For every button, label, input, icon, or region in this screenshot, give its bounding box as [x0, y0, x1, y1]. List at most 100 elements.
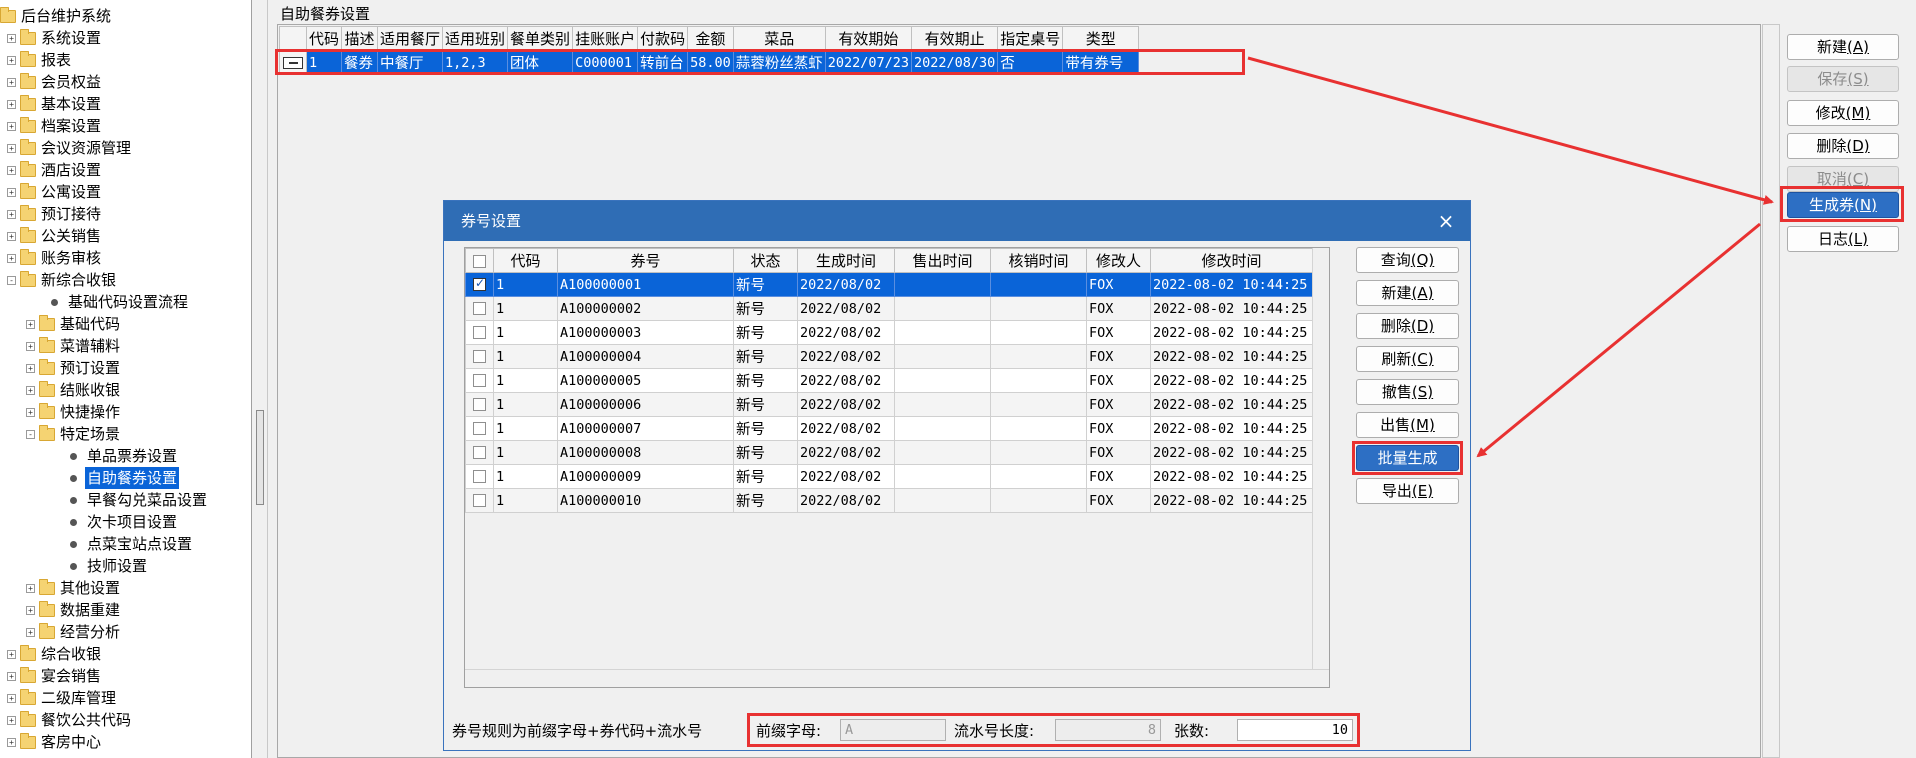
- table-cell[interactable]: 2022/07/23: [824, 50, 913, 75]
- row-checkbox[interactable]: [465, 368, 494, 393]
- table-cell[interactable]: 1: [493, 368, 558, 393]
- expand-icon[interactable]: +: [7, 671, 16, 681]
- table-cell[interactable]: [990, 344, 1087, 369]
- table-cell[interactable]: 1,2,3: [442, 50, 509, 75]
- table-row[interactable]: 1 A100000005 新号 2022/08/02 FOX 2022-08-02 10:…: [465, 368, 1313, 393]
- row-checkbox[interactable]: [465, 296, 494, 321]
- column-header[interactable]: 修改时间: [1150, 248, 1313, 273]
- table-cell[interactable]: [990, 464, 1087, 489]
- tree-item[interactable]: + 会员权益: [7, 71, 103, 93]
- serial-length-field[interactable]: 8: [1055, 719, 1161, 741]
- table-cell[interactable]: A100000007: [557, 416, 734, 441]
- side-button[interactable]: 新建(A): [1787, 34, 1899, 60]
- column-header[interactable]: 核销时间: [990, 248, 1087, 273]
- expand-icon[interactable]: +: [7, 33, 16, 43]
- table-cell[interactable]: 新号: [733, 392, 798, 417]
- row-checkbox[interactable]: [465, 440, 494, 465]
- table-cell[interactable]: A100000010: [557, 488, 734, 513]
- tree-item[interactable]: + 数据重建: [26, 599, 122, 621]
- dialog-button[interactable]: 新建(A): [1356, 280, 1459, 306]
- table-cell[interactable]: C000001: [572, 50, 639, 75]
- expand-icon[interactable]: +: [26, 627, 35, 637]
- table-cell[interactable]: 转前台: [637, 50, 689, 75]
- table-cell[interactable]: [894, 320, 991, 345]
- tree-item[interactable]: 技师设置: [66, 555, 149, 577]
- table-cell[interactable]: A100000001: [557, 272, 734, 297]
- expand-icon[interactable]: +: [7, 165, 16, 175]
- row-checkbox[interactable]: [465, 392, 494, 417]
- tree-item[interactable]: + 餐饮公共代码: [7, 709, 133, 731]
- expand-icon[interactable]: +: [7, 143, 16, 153]
- tree-item[interactable]: + 会议资源管理: [7, 137, 133, 159]
- side-button[interactable]: 取消(C): [1787, 166, 1899, 192]
- dialog-button[interactable]: 删除(D): [1356, 313, 1459, 339]
- column-header[interactable]: 状态: [733, 248, 798, 273]
- dialog-button[interactable]: 查询(Q): [1356, 247, 1459, 273]
- table-cell[interactable]: [990, 440, 1087, 465]
- side-button[interactable]: 生成券(N): [1787, 192, 1899, 218]
- table-cell[interactable]: [894, 392, 991, 417]
- table-cell[interactable]: FOX: [1086, 344, 1151, 369]
- table-cell[interactable]: 2022-08-02 10:44:25: [1150, 296, 1313, 321]
- table-cell[interactable]: 2022-08-02 10:44:25: [1150, 368, 1313, 393]
- checkbox-icon[interactable]: [473, 276, 486, 291]
- table-cell[interactable]: FOX: [1086, 416, 1151, 441]
- table-row[interactable]: 1 A100000003 新号 2022/08/02 FOX 2022-08-02 10:…: [465, 320, 1313, 345]
- tree-item[interactable]: + 报表: [7, 49, 73, 71]
- table-cell[interactable]: 1: [493, 320, 558, 345]
- expand-icon[interactable]: +: [7, 649, 16, 659]
- table-cell[interactable]: [990, 416, 1087, 441]
- table-cell[interactable]: A100000008: [557, 440, 734, 465]
- checkbox-icon[interactable]: [473, 446, 486, 459]
- expand-icon[interactable]: +: [26, 341, 35, 351]
- table-cell[interactable]: 2022/08/02: [797, 272, 895, 297]
- table-cell[interactable]: 2022-08-02 10:44:25: [1150, 320, 1313, 345]
- table-row[interactable]: 1A100000001新号2022/08/02 FOX2022-08-02 10:…: [465, 272, 1313, 297]
- table-cell[interactable]: FOX: [1086, 272, 1151, 297]
- table-cell[interactable]: 2022/08/02: [797, 344, 895, 369]
- table-cell[interactable]: 2022/08/02: [797, 440, 895, 465]
- table-cell[interactable]: 58.00: [687, 50, 734, 75]
- side-button[interactable]: 修改(M): [1787, 100, 1899, 126]
- table-cell[interactable]: 新号: [733, 440, 798, 465]
- table-cell[interactable]: 1: [493, 296, 558, 321]
- table-cell[interactable]: 2022/08/02: [797, 464, 895, 489]
- checkbox-icon[interactable]: [473, 398, 486, 411]
- column-header[interactable]: 菜品: [732, 26, 826, 51]
- table-cell[interactable]: [894, 296, 991, 321]
- tree-item[interactable]: 自助餐券设置: [66, 467, 180, 489]
- select-all-checkbox[interactable]: [465, 248, 494, 273]
- table-cell[interactable]: 1: [305, 50, 343, 75]
- table-cell[interactable]: [990, 392, 1087, 417]
- tree-item[interactable]: + 预订设置: [26, 357, 122, 379]
- dialog-grid-hscrollbar[interactable]: [465, 669, 1329, 687]
- table-cell[interactable]: 2022-08-02 10:44:25: [1150, 416, 1313, 441]
- table-row[interactable]: 1 A100000004 新号 2022/08/02 FOX 2022-08-02 10:…: [465, 344, 1313, 369]
- column-header[interactable]: 售出时间: [894, 248, 991, 273]
- column-header[interactable]: 指定桌号: [997, 26, 1064, 51]
- table-cell[interactable]: [894, 416, 991, 441]
- tree-item[interactable]: + 菜谱辅料: [26, 335, 122, 357]
- table-cell[interactable]: 1: [493, 488, 558, 513]
- table-cell[interactable]: 1: [493, 416, 558, 441]
- expand-icon[interactable]: +: [7, 209, 16, 219]
- table-cell[interactable]: A100000006: [557, 392, 734, 417]
- expand-icon[interactable]: +: [26, 363, 35, 373]
- close-icon[interactable]: ×: [1432, 207, 1460, 235]
- table-cell[interactable]: [990, 368, 1087, 393]
- table-cell[interactable]: 1: [493, 344, 558, 369]
- expand-icon[interactable]: +: [7, 737, 16, 747]
- tree-item[interactable]: - 新综合收银: [7, 269, 118, 291]
- dialog-button[interactable]: 批量生成: [1356, 445, 1459, 471]
- table-cell[interactable]: [894, 440, 991, 465]
- table-cell[interactable]: A100000005: [557, 368, 734, 393]
- tree-scrollbar-thumb[interactable]: [256, 410, 264, 505]
- table-cell[interactable]: [894, 368, 991, 393]
- dialog-button[interactable]: 撤售(S): [1356, 379, 1459, 405]
- checkbox-icon[interactable]: [473, 494, 486, 507]
- collapse-icon[interactable]: -: [7, 275, 16, 285]
- tree-item[interactable]: + 公关销售: [7, 225, 103, 247]
- column-header[interactable]: 挂账账户: [572, 26, 639, 51]
- tree-item[interactable]: + 经营分析: [26, 621, 122, 643]
- column-header[interactable]: 描述: [341, 26, 379, 51]
